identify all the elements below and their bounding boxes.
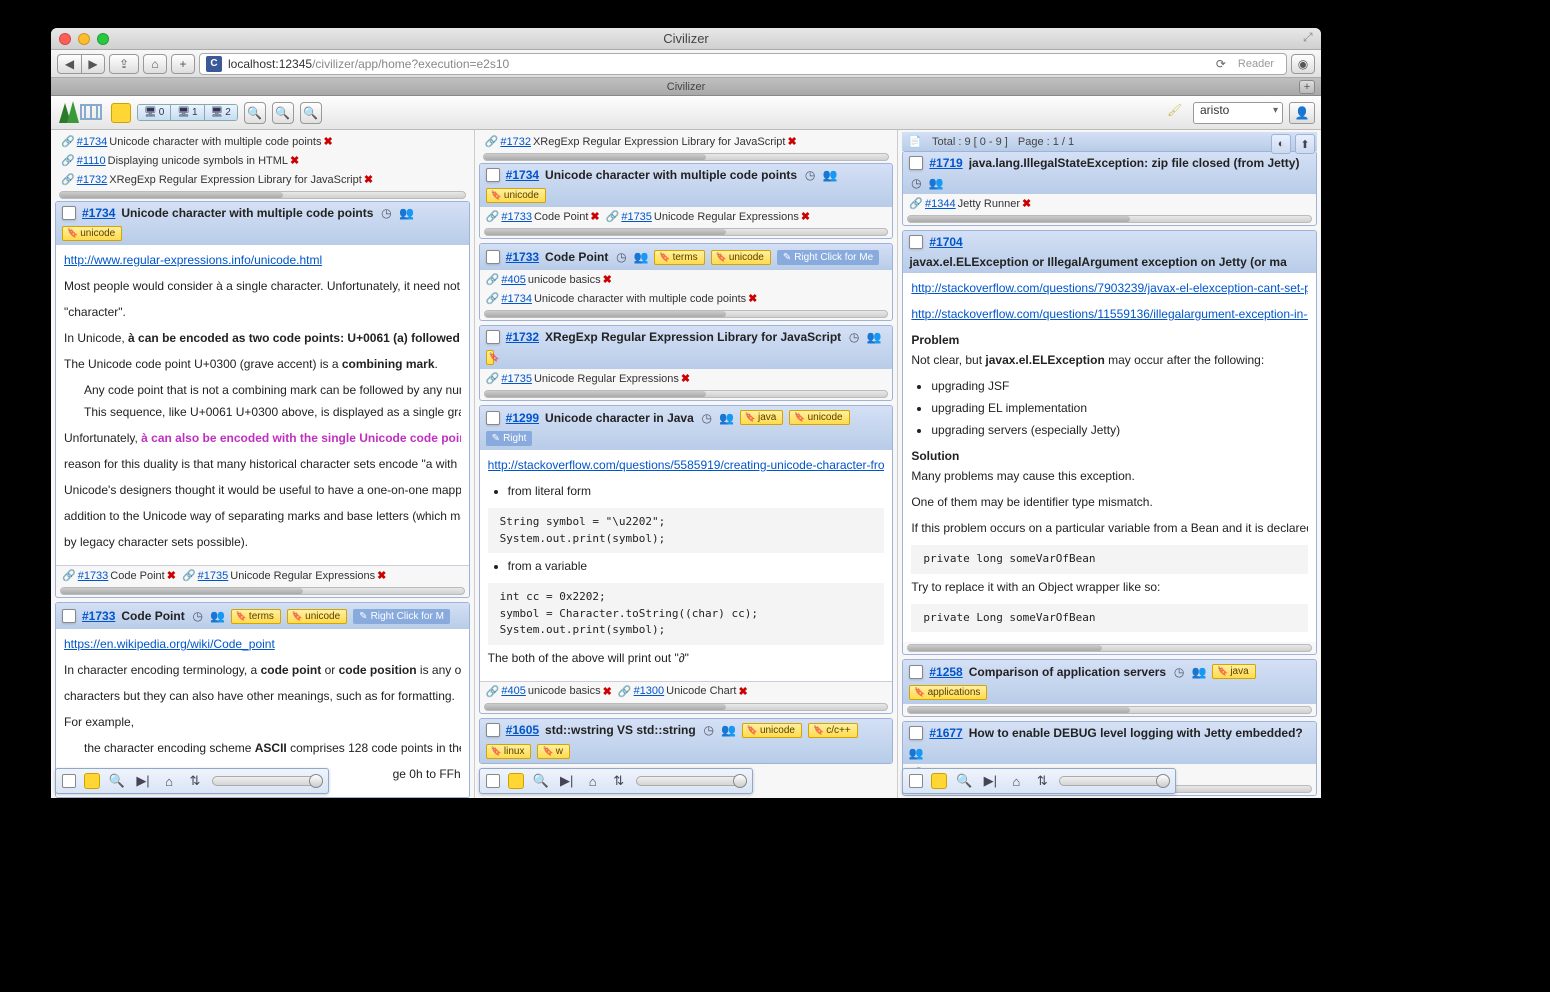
- fragment-card: #1732 XRegExp Regular Expression Library…: [479, 325, 894, 401]
- downloads-button[interactable]: ◉: [1291, 54, 1315, 74]
- link-id[interactable]: #1732: [77, 174, 108, 186]
- column-1: 🔗 #1734 Unicode character with multiple …: [51, 130, 475, 798]
- theme-select[interactable]: aristo: [1193, 102, 1283, 124]
- reader-button[interactable]: Reader: [1232, 58, 1280, 70]
- zoom-window-button[interactable]: [97, 33, 109, 45]
- external-link[interactable]: https://en.wikipedia.org/wiki/Code_point: [64, 637, 275, 651]
- clock-icon: ◷: [191, 609, 205, 623]
- clock-icon: ◷: [379, 206, 393, 220]
- fragment-id-link[interactable]: #1734: [82, 206, 115, 220]
- star-button[interactable]: [111, 103, 131, 123]
- forward-button[interactable]: ▶: [81, 54, 105, 74]
- bookmark-button[interactable]: [84, 773, 100, 789]
- fragment-title: Unicode character with multiple code poi…: [121, 206, 373, 220]
- status-bar: 📄 Total : 9 [ 0 - 9 ] Page : 1 / 1: [902, 132, 1317, 151]
- url-bar[interactable]: C localhost:12345/civilizer/app/home?exe…: [199, 53, 1287, 75]
- column-toolbar: 🔍 ▶| ⌂ ⇅: [479, 768, 753, 794]
- external-link[interactable]: http://www.regular-expressions.info/unic…: [64, 253, 322, 267]
- tag[interactable]: unicode: [287, 609, 347, 624]
- external-link[interactable]: http://stackoverflow.com/questions/55859…: [488, 458, 885, 472]
- minimize-window-button[interactable]: [78, 33, 90, 45]
- fragment-card: #1733 Code Point ◷👥 terms unicode Right …: [479, 243, 894, 321]
- people-icon: 👥: [399, 206, 413, 220]
- fullscreen-icon[interactable]: ⤢: [1303, 30, 1317, 44]
- link-id[interactable]: #1110: [77, 155, 106, 167]
- card-header[interactable]: #1733 Code Point ◷ 👥 terms unicode Right…: [56, 603, 469, 629]
- fragment-card: #1704 javax.el.ELException or IllegalArg…: [902, 230, 1317, 655]
- add-button[interactable]: +: [171, 54, 195, 74]
- home-icon[interactable]: ⌂: [160, 772, 178, 790]
- column-toolbar: 🔍 ▶| ⌂ ⇅: [55, 768, 329, 794]
- link-icon: 🔗: [61, 135, 75, 148]
- search-button-1[interactable]: 🔍: [244, 102, 266, 124]
- status-page: Page : 1 / 1: [1018, 136, 1074, 148]
- panel-0[interactable]: 🖥 0: [138, 105, 171, 120]
- search-icon[interactable]: 🔍: [108, 772, 126, 790]
- panel-2[interactable]: 🖥 2: [205, 105, 237, 120]
- close-window-button[interactable]: [59, 33, 71, 45]
- panel-switcher[interactable]: 🖥 0 🖥 1 🖥 2: [137, 104, 238, 121]
- fragment-card: #1299 Unicode character in Java ◷👥 java …: [479, 405, 894, 714]
- fragment-card: #1258 Comparison of application servers …: [902, 659, 1317, 717]
- context-menu-hint: Right Click for M: [353, 609, 450, 624]
- window-title: Civilizer: [51, 31, 1321, 46]
- zoom-slider[interactable]: [212, 776, 322, 786]
- tag[interactable]: unicode: [62, 226, 122, 241]
- fragment-id-link[interactable]: #1733: [82, 609, 115, 623]
- share-button[interactable]: ⇪: [109, 54, 139, 74]
- app-logo-icon: [57, 99, 105, 127]
- select-all-checkbox[interactable]: [62, 774, 76, 788]
- back-button[interactable]: ◀: [57, 54, 81, 74]
- search-button-3[interactable]: 🔍: [300, 102, 322, 124]
- new-tab-button[interactable]: +: [1299, 80, 1315, 94]
- browser-toolbar: ◀ ▶ ⇪ ⌂ + C localhost:12345/civilizer/ap…: [51, 50, 1321, 78]
- people-icon: 👥: [211, 609, 225, 623]
- select-checkbox[interactable]: [62, 206, 76, 220]
- link-icon: 🔗: [61, 154, 75, 167]
- select-checkbox[interactable]: [62, 609, 76, 623]
- fragment-title: Code Point: [121, 609, 184, 623]
- tag[interactable]: terms: [231, 609, 281, 624]
- home-button[interactable]: ⌂: [143, 54, 167, 74]
- column-2: 🔗 #1732 XRegExp Regular Expression Libra…: [475, 130, 899, 798]
- status-total: Total : 9 [ 0 - 9 ]: [932, 136, 1008, 148]
- tab-label[interactable]: Civilizer: [667, 81, 706, 93]
- panel-1[interactable]: 🖥 1: [171, 105, 204, 120]
- card-body: http://www.regular-expressions.info/unic…: [56, 245, 469, 565]
- user-menu-button[interactable]: 👤: [1289, 102, 1315, 124]
- fragment-card: #1734 Unicode character with multiple co…: [479, 163, 894, 239]
- related-links: 🔗 #1734 Unicode character with multiple …: [55, 132, 470, 151]
- link-icon: 🔗: [61, 173, 75, 186]
- reload-button[interactable]: ⟳: [1216, 57, 1226, 71]
- remove-link-icon[interactable]: ✖: [290, 154, 299, 167]
- column-3: ◐ ⬆ 📄 Total : 9 [ 0 - 9 ] Page : 1 / 1: [898, 130, 1321, 798]
- app-toolbar: 🖥 0 🖥 1 🖥 2 🔍 🔍 🔍 🖌 aristo 👤: [51, 96, 1321, 130]
- titlebar: Civilizer ⤢: [51, 28, 1321, 50]
- remove-link-icon[interactable]: ✖: [364, 173, 373, 186]
- column-toolbar: 🔍 ▶| ⌂ ⇅: [902, 768, 1176, 794]
- fragment-card: #1605 std::wstring VS std::string ◷👥 uni…: [479, 718, 894, 764]
- card-header[interactable]: #1734 Unicode character with multiple co…: [56, 202, 469, 245]
- favicon-icon: C: [206, 56, 222, 72]
- fragment-card: #1734 Unicode character with multiple co…: [55, 201, 470, 598]
- scroll-up-button[interactable]: ⬆: [1295, 134, 1315, 154]
- doc-icon: 📄: [908, 135, 922, 148]
- fragment-card: #1719 java.lang.IllegalStateException: z…: [902, 151, 1317, 226]
- url-text: localhost:12345/civilizer/app/home?execu…: [228, 57, 1210, 71]
- next-icon[interactable]: ▶|: [134, 772, 152, 790]
- link-id[interactable]: #1734: [77, 136, 108, 148]
- search-button-2[interactable]: 🔍: [272, 102, 294, 124]
- remove-link-icon[interactable]: ✖: [323, 135, 332, 148]
- brush-icon: 🖌: [1167, 103, 1187, 123]
- tabbar: Civilizer +: [51, 78, 1321, 96]
- sort-icon[interactable]: ⇅: [186, 772, 204, 790]
- scroll-left-button[interactable]: ◐: [1271, 134, 1291, 154]
- select-checkbox[interactable]: [486, 168, 500, 182]
